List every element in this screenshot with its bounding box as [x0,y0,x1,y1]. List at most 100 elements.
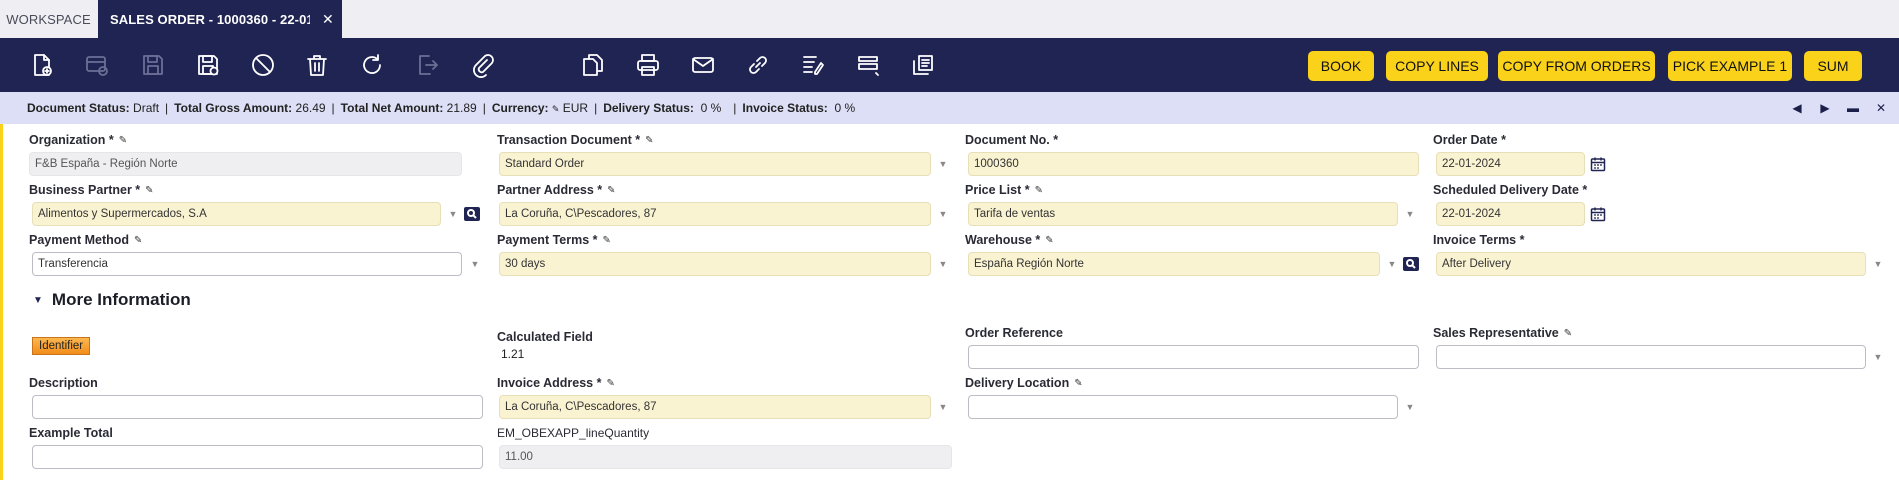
identifier-button[interactable]: Identifier [32,337,91,355]
copy-from-orders-button[interactable]: COPY FROM ORDERS [1498,51,1655,81]
description-input[interactable] [32,395,483,419]
example-total-field: Example Total [29,425,484,469]
link-icon[interactable] [743,50,773,80]
description-label: Description [29,376,98,390]
transaction-document-label: Transaction Document * [497,133,641,147]
business-partner-label: Business Partner * [29,183,141,197]
refresh-icon[interactable] [357,50,387,80]
warehouse-label: Warehouse * [965,233,1041,247]
order-date-input[interactable]: 22-01-2024 [1436,152,1585,176]
more-information-section[interactable]: ▼ More Information [33,290,191,310]
payment-terms-select[interactable]: 30 days [499,252,931,276]
payment-terms-label: Payment Terms * [497,233,598,247]
scheduled-delivery-date-label: Scheduled Delivery Date * [1433,183,1588,197]
chevron-down-icon[interactable]: ▼ [937,258,949,270]
business-partner-field: Business Partner * ✎ Alimentos y Supermer… [29,182,484,226]
payment-method-select[interactable]: Transferencia [32,252,462,276]
currency: Currency: ✎ EUR [491,101,589,115]
chevron-down-icon[interactable]: ▼ [1404,208,1416,220]
close-icon[interactable]: ✕ [322,11,334,28]
order-reference-input[interactable] [968,345,1419,369]
partner-address-label: Partner Address * [497,183,603,197]
attachment-icon[interactable] [467,50,497,80]
calculated-field-label: Calculated Field [497,330,593,344]
save-icon[interactable] [138,50,168,80]
search-icon[interactable] [1403,257,1419,271]
scheduled-delivery-date-field: Scheduled Delivery Date * 22-01-2024 [1433,182,1633,226]
organization-field: Organization * ✎ F&B España - Región Nort… [29,132,469,176]
toolbar: BOOK COPY LINES COPY FROM ORDERS PICK EX… [0,38,1899,92]
organization-input: F&B España - Región Norte [29,152,462,176]
delivery-location-label: Delivery Location [965,376,1070,390]
chevron-down-icon[interactable]: ▼ [469,258,481,270]
invoice-address-select[interactable]: La Coruña, C\Pescadores, 87 [499,395,931,419]
transaction-document-field: Transaction Document * ✎ Standard Order ▼ [497,132,952,176]
pick-example-button[interactable]: PICK EXAMPLE 1 [1668,51,1792,81]
tab-sales-order-label: SALES ORDER - 1000360 - 22-01-... [110,11,310,27]
email-icon[interactable] [688,50,718,80]
chevron-down-icon[interactable]: ▼ [937,158,949,170]
scheduled-delivery-date-input[interactable]: 22-01-2024 [1436,202,1585,226]
export-icon[interactable] [412,50,442,80]
new-row-icon[interactable] [82,50,112,80]
chevron-down-icon[interactable]: ▼ [937,208,949,220]
copy-record-icon[interactable] [578,50,608,80]
price-list-select[interactable]: Tarifa de ventas [968,202,1398,226]
pencil-icon: ✎ [602,234,611,246]
cancel-icon[interactable] [248,50,278,80]
invoice-terms-select[interactable]: After Delivery [1436,252,1866,276]
line-quantity-label: EM_OBEXAPP_lineQuantity [497,426,650,440]
tab-workspace[interactable]: WORKSPACE [0,0,97,38]
chevron-down-icon[interactable]: ▼ [1872,351,1884,363]
payment-method-label: Payment Method [29,233,130,247]
order-date-field: Order Date * 22-01-2024 [1433,132,1633,176]
sum-button[interactable]: SUM [1804,51,1862,81]
maximize-icon[interactable]: ▬ [1845,100,1861,116]
invoice-status: Invoice Status: 0 % [742,101,856,115]
search-icon[interactable] [464,207,480,221]
book-button[interactable]: BOOK [1308,51,1374,81]
partner-address-field: Partner Address * ✎ La Coruña, C\Pescador… [497,182,952,226]
calendar-icon[interactable] [1590,156,1606,172]
next-record-icon[interactable]: ▶ [1817,100,1833,116]
tab-sales-order[interactable]: SALES ORDER - 1000360 - 22-01-... ✕ [98,0,342,38]
document-no-input[interactable]: 1000360 [968,152,1419,176]
chevron-down-icon[interactable]: ▼ [1404,401,1416,413]
notes-icon[interactable] [908,50,938,80]
chevron-down-icon[interactable]: ▼ [447,208,459,220]
example-total-input[interactable] [32,445,483,469]
audit-trail-icon[interactable] [798,50,828,80]
document-status: Document Status: Draft [27,101,160,115]
business-partner-input[interactable]: Alimentos y Supermercados, S.A [32,202,441,226]
example-total-label: Example Total [29,426,113,440]
sales-representative-select[interactable] [1436,345,1866,369]
new-document-icon[interactable] [27,50,57,80]
record-controls: ◀ ▶ ▬ ✕ [1789,100,1889,116]
pencil-icon: ✎ [118,134,128,146]
pencil-icon: ✎ [1045,234,1054,246]
copy-lines-button[interactable]: COPY LINES [1386,51,1488,81]
pencil-icon: ✎ [145,184,154,196]
tree-view-icon[interactable] [853,50,883,80]
previous-record-icon[interactable]: ◀ [1789,100,1805,116]
warehouse-input[interactable]: España Región Norte [968,252,1380,276]
partner-address-select[interactable]: La Coruña, C\Pescadores, 87 [499,202,931,226]
close-form-icon[interactable]: ✕ [1873,100,1889,116]
transaction-document-select[interactable]: Standard Order [499,152,931,176]
print-icon[interactable] [633,50,663,80]
document-no-label: Document No. * [965,133,1059,147]
payment-terms-field: Payment Terms * ✎ 30 days ▼ [497,232,952,276]
save-close-icon[interactable] [193,50,223,80]
chevron-down-icon[interactable]: ▼ [1872,258,1884,270]
organization-label: Organization * [29,133,114,147]
delete-icon[interactable] [302,50,332,80]
calendar-icon[interactable] [1590,206,1606,222]
pencil-icon: ✎ [1074,377,1083,389]
warehouse-field: Warehouse * ✎ España Región Norte ▼ [965,232,1420,276]
invoice-address-field: Invoice Address * ✎ La Coruña, C\Pescador… [497,375,952,419]
chevron-down-icon[interactable]: ▼ [937,401,949,413]
chevron-down-icon[interactable]: ▼ [1386,258,1398,270]
delivery-location-select[interactable] [968,395,1398,419]
tab-bar: WORKSPACE SALES ORDER - 1000360 - 22-01-… [0,0,1899,38]
pencil-icon: ✎ [1563,327,1573,339]
